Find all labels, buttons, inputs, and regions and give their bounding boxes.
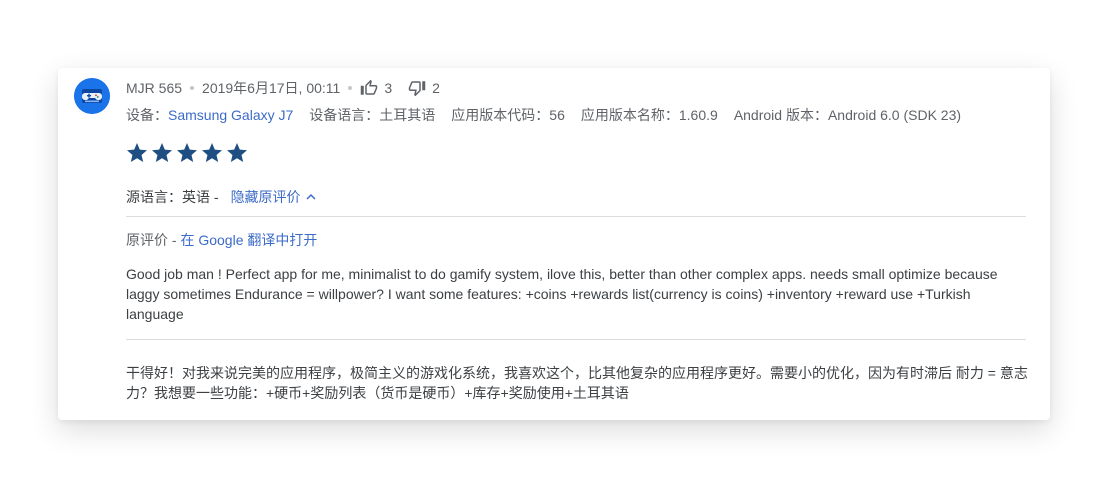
android-version-value: Android 6.0 (SDK 23) bbox=[827, 107, 962, 123]
device-link[interactable]: Samsung Galaxy J7 bbox=[168, 107, 293, 123]
star-icon bbox=[127, 143, 147, 162]
thumbs-up-button[interactable]: 3 bbox=[360, 79, 392, 97]
review-card: MJR 565 2019年6月17日, 00:11 3 2 设备：Samsung… bbox=[58, 68, 1050, 420]
separator-dot bbox=[190, 86, 195, 90]
device-language-label: 设备语言： bbox=[309, 107, 380, 123]
star-icon bbox=[227, 143, 247, 162]
review-meta: MJR 565 2019年6月17日, 00:11 3 2 bbox=[126, 79, 440, 97]
version-name-pair: 应用版本名称：1.60.9 bbox=[581, 105, 718, 125]
version-code-pair: 应用版本代码：56 bbox=[451, 105, 565, 125]
version-name-label: 应用版本名称： bbox=[580, 107, 679, 123]
android-version-pair: Android 版本：Android 6.0 (SDK 23) bbox=[734, 105, 961, 125]
gamepad-avatar-icon[interactable] bbox=[74, 78, 110, 114]
open-in-google-translate-link[interactable]: 在 Google 翻译中打开 bbox=[180, 230, 317, 250]
original-review-row: 原评价 - 在 Google 翻译中打开 bbox=[126, 231, 317, 249]
device-language-pair: 设备语言：土耳其语 bbox=[309, 105, 435, 125]
android-version-label: Android 版本： bbox=[733, 107, 828, 123]
hide-original-label: 隐藏原评价 bbox=[230, 189, 301, 205]
original-label: 原评价 - bbox=[126, 232, 177, 248]
thumbs-down-count: 2 bbox=[432, 80, 440, 96]
separator-dot bbox=[348, 86, 353, 90]
source-language-value: 英语 - bbox=[182, 189, 219, 205]
hide-original-button[interactable]: 隐藏原评价 bbox=[231, 187, 319, 207]
thumbs-down-button[interactable]: 2 bbox=[408, 79, 440, 97]
chevron-up-icon bbox=[306, 193, 316, 200]
device-info: 设备：Samsung Galaxy J7 设备语言：土耳其语 应用版本代码：56… bbox=[126, 106, 977, 124]
star-icon bbox=[202, 143, 222, 162]
translated-review-text: 干得好！对我来说完美的应用程序，极简主义的游戏化系统，我喜欢这个，比其他复杂的应… bbox=[126, 365, 1028, 401]
divider bbox=[126, 339, 1026, 340]
review-date: 2019年6月17日, 00:11 bbox=[202, 80, 341, 96]
thumbs-up-count: 3 bbox=[384, 80, 393, 96]
device-language-value: 土耳其语 bbox=[379, 107, 436, 123]
star-rating bbox=[125, 141, 250, 165]
original-review-text: Good job man ! Perfect app for me, minim… bbox=[126, 266, 998, 322]
source-language-row: 源语言： 英语 - 隐藏原评价 bbox=[126, 188, 319, 206]
star-icon bbox=[152, 143, 172, 162]
device-pair: 设备：Samsung Galaxy J7 bbox=[126, 105, 293, 125]
divider bbox=[126, 216, 1026, 217]
version-code-value: 56 bbox=[549, 107, 565, 123]
star-icon bbox=[177, 143, 197, 162]
source-language-label: 源语言： bbox=[126, 189, 182, 205]
version-code-label: 应用版本代码： bbox=[451, 107, 550, 123]
version-name-value: 1.60.9 bbox=[678, 107, 718, 123]
thumbs-up-icon bbox=[361, 79, 378, 95]
thumbs-down-icon bbox=[408, 81, 426, 97]
author-name[interactable]: MJR 565 bbox=[126, 80, 182, 96]
device-label: 设备： bbox=[126, 107, 168, 123]
